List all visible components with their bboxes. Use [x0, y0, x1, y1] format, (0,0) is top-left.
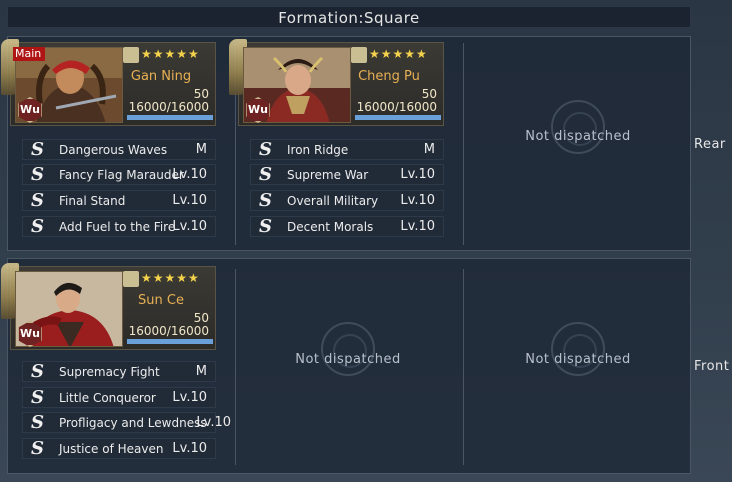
skill-s-icon: S	[31, 216, 44, 237]
skill-level: Lv.10	[172, 193, 207, 208]
rear-row-label: Rear	[694, 137, 726, 152]
star-rating: ★★★★★	[369, 47, 428, 61]
troop-count: 16000/16000	[356, 100, 437, 114]
general-slot-cheng-pu[interactable]: Wu ★★★★★ Cheng Pu 50 16000/16000 S Iron …	[229, 36, 448, 246]
troop-bar	[355, 115, 441, 120]
skill-s-icon: S	[31, 164, 44, 185]
star-rating: ★★★★★	[141, 271, 200, 285]
slot-divider	[463, 269, 464, 465]
general-card[interactable]: Main Wu ★★★★★ Gan Ning 50 16000/16000	[1, 39, 216, 126]
front-row-label: Front	[694, 359, 730, 374]
skill-row[interactable]: S Add Fuel to the Fire Lv.10	[22, 216, 216, 237]
general-level: 50	[421, 87, 437, 101]
helmet-icon	[351, 47, 367, 63]
slot-divider	[463, 43, 464, 245]
skill-level: M	[195, 142, 207, 157]
general-name: Cheng Pu	[358, 69, 420, 84]
empty-slot-rear-right[interactable]: Not dispatched	[465, 129, 691, 144]
star-rating: ★★★★★	[141, 47, 200, 61]
troop-bar-fill	[127, 339, 213, 344]
skill-name: Little Conqueror	[59, 391, 156, 405]
skill-row[interactable]: S Iron Ridge M	[250, 139, 444, 160]
skill-level: Lv.10	[400, 193, 435, 208]
skill-s-icon: S	[259, 164, 272, 185]
troop-bar	[127, 115, 213, 120]
general-level: 50	[193, 311, 209, 325]
skill-row[interactable]: S Justice of Heaven Lv.10	[22, 438, 216, 459]
empty-slot-emblem-icon	[551, 322, 605, 376]
skill-row[interactable]: S Decent Morals Lv.10	[250, 216, 444, 237]
skill-name: Add Fuel to the Fire	[59, 220, 176, 234]
skill-level: Lv.10	[172, 167, 207, 182]
troop-bar-fill	[127, 115, 213, 120]
skill-name: Final Stand	[59, 194, 126, 208]
skill-level: Lv.10	[400, 167, 435, 182]
skill-row[interactable]: S Supremacy Fight M	[22, 361, 216, 382]
skill-row[interactable]: S Overall Military Lv.10	[250, 190, 444, 211]
skill-row[interactable]: S Dangerous Waves M	[22, 139, 216, 160]
skill-row[interactable]: S Fancy Flag Marauder Lv.10	[22, 164, 216, 185]
empty-slot-front-right[interactable]: Not dispatched	[465, 352, 691, 367]
crossed-swords-icon	[123, 47, 139, 63]
skill-name: Decent Morals	[287, 220, 374, 234]
general-card[interactable]: Wu ★★★★★ Cheng Pu 50 16000/16000	[229, 39, 444, 126]
slot-divider	[235, 269, 236, 465]
skill-s-icon: S	[259, 216, 272, 237]
skill-level: M	[423, 142, 435, 157]
skill-name: Iron Ridge	[287, 143, 349, 157]
main-general-badge: Main	[13, 47, 46, 61]
troop-count: 16000/16000	[128, 324, 209, 338]
skill-s-icon: S	[31, 139, 44, 160]
general-slot-sun-ce[interactable]: Wu ★★★★★ Sun Ce 50 16000/16000 S Suprema…	[1, 260, 231, 470]
skill-s-icon: S	[259, 190, 272, 211]
skill-level: Lv.10	[400, 219, 435, 234]
skill-level: M	[195, 364, 207, 379]
skill-s-icon: S	[31, 438, 44, 459]
skill-name: Justice of Heaven	[59, 442, 164, 456]
skill-name: Dangerous Waves	[59, 143, 168, 157]
empty-slot-emblem-icon	[551, 100, 605, 154]
general-name: Gan Ning	[130, 69, 192, 84]
troop-bar-fill	[355, 115, 441, 120]
skill-level: Lv.10	[172, 219, 207, 234]
troop-count: 16000/16000	[128, 100, 209, 114]
skill-s-icon: S	[31, 190, 44, 211]
skill-row[interactable]: S Profligacy and Lewdness Lv.10	[22, 412, 231, 433]
general-card[interactable]: Wu ★★★★★ Sun Ce 50 16000/16000	[1, 263, 216, 350]
skill-level: Lv.10	[196, 415, 231, 430]
skill-level: Lv.10	[172, 390, 207, 405]
skill-s-icon: S	[31, 361, 44, 382]
skill-level: Lv.10	[172, 441, 207, 456]
general-slot-gan-ning[interactable]: Main Wu ★★★★★ Gan Ning 50 16000/16000 S …	[1, 36, 220, 246]
general-name: Sun Ce	[138, 293, 184, 308]
skill-name: Supremacy Fight	[59, 365, 160, 379]
skill-name: Overall Military	[287, 194, 379, 208]
empty-slot-front-middle[interactable]: Not dispatched	[235, 352, 461, 367]
skill-row[interactable]: S Final Stand Lv.10	[22, 190, 216, 211]
skill-s-icon: S	[259, 139, 272, 160]
skill-s-icon: S	[31, 412, 44, 433]
empty-slot-emblem-icon	[321, 322, 375, 376]
skill-name: Profligacy and Lewdness	[59, 416, 207, 430]
skill-name: Fancy Flag Marauder	[59, 168, 184, 182]
fist-icon	[123, 271, 139, 287]
skill-row[interactable]: S Supreme War Lv.10	[250, 164, 444, 185]
general-level: 50	[193, 87, 209, 101]
skill-s-icon: S	[31, 387, 44, 408]
troop-bar	[127, 339, 213, 344]
skill-name: Supreme War	[287, 168, 369, 182]
skill-row[interactable]: S Little Conqueror Lv.10	[22, 387, 216, 408]
formation-title: Formation:Square	[7, 6, 691, 28]
